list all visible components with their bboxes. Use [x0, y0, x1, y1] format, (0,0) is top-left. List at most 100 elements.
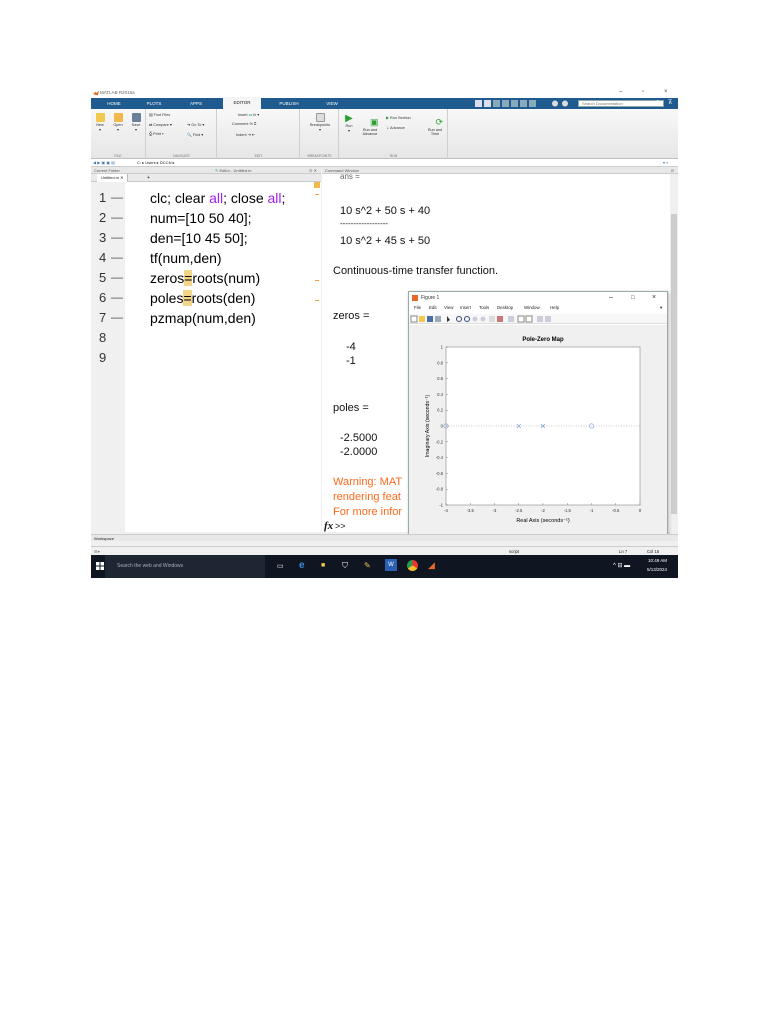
figure-minimize-icon[interactable]: –	[609, 292, 613, 304]
colorbar-icon[interactable]	[517, 315, 525, 323]
run-advance-button[interactable]: ▣ Run and Advance	[358, 113, 382, 140]
scrollbar-thumb[interactable]	[671, 214, 677, 514]
command-window-header[interactable]: Command Window ⊙	[322, 167, 678, 174]
link-plot-icon[interactable]	[508, 316, 514, 322]
insert-button[interactable]: Insert ▭ fx ▾	[238, 112, 259, 117]
help-icon[interactable]	[552, 100, 558, 107]
pole-zero-plot[interactable]: -4 -3.5 -3 -2.5 -2 -1.5 -1 -0.5 0 1 0.8 0.6 0.4 0.2 0 -…	[409, 325, 667, 535]
compare-button[interactable]: ⇄ Compare ▾	[149, 122, 172, 127]
code-line[interactable]: num=[10 50 40];	[150, 210, 252, 226]
workspace-label[interactable]: Workspace	[91, 536, 114, 541]
find-button[interactable]: 🔍 Find ▾	[187, 132, 203, 137]
system-tray-icons[interactable]: ^ ⊟ ▬	[613, 562, 630, 569]
quick-undo-icon[interactable]	[511, 100, 518, 107]
search-icon[interactable]: ⌕	[656, 99, 659, 106]
figure-title-bar[interactable]: Figure 1 – □ ×	[409, 292, 667, 304]
close-icon[interactable]: ×	[664, 89, 668, 95]
figure-maximize-icon[interactable]: □	[631, 292, 635, 304]
code-line[interactable]: pzmap(num,den)	[150, 310, 256, 326]
save-figure-icon[interactable]	[427, 316, 433, 322]
quick-copy-icon[interactable]	[493, 100, 500, 107]
editor-panel-controls-icon[interactable]: ⊙ ✕	[309, 167, 317, 174]
zoom-out-icon[interactable]	[464, 316, 470, 322]
pan-icon[interactable]	[472, 316, 478, 322]
tab-home[interactable]: HOME	[97, 98, 131, 109]
breakpoint-dash[interactable]: —	[111, 310, 123, 324]
editor-panel[interactable]: Untitled.m ✕ + 1 — 2 — 3 — 4 — 5 — 6 — 7 — 8 9 clc; cle…	[91, 174, 321, 532]
quick-save-icon[interactable]	[475, 100, 482, 107]
windows-start-icon[interactable]	[96, 562, 104, 570]
figure-window[interactable]: Figure 1 – □ × File Edit View Insert Too…	[408, 291, 668, 536]
menu-file[interactable]: File	[414, 305, 421, 310]
open-file-icon[interactable]	[419, 316, 425, 322]
file-explorer-icon[interactable]: ■	[321, 562, 325, 569]
quick-switch-icon[interactable]	[529, 100, 536, 107]
indent-button[interactable]: Indent ⇥ ⇤	[236, 132, 255, 137]
data-cursor-icon[interactable]	[489, 316, 495, 322]
breakpoints-button[interactable]: Breakpoints ▾	[305, 113, 335, 132]
menu-window[interactable]: Window	[524, 305, 540, 310]
find-files-button[interactable]: ▤ Find Files	[149, 112, 170, 117]
menu-view[interactable]: View	[444, 305, 453, 310]
editor-tab-untitled[interactable]: Untitled.m ✕	[97, 174, 129, 182]
address-bar[interactable]: ◀ ▶ ▣ ▣ ▤ C: ▸ Users ▸ DCCN ▸ ▾ ⌕	[91, 159, 678, 167]
notes-app-icon[interactable]: ✎	[364, 561, 371, 570]
code-line[interactable]: poles=roots(den)	[150, 290, 255, 306]
chrome-icon[interactable]	[407, 560, 418, 571]
store-icon[interactable]: ⛉	[342, 561, 348, 571]
quick-access-toolbar[interactable]	[475, 100, 575, 107]
command-window-menu-icon[interactable]: ⊙	[671, 167, 674, 174]
tab-publish[interactable]: PUBLISH	[269, 98, 309, 109]
word-icon[interactable]: W	[385, 559, 397, 571]
print-button[interactable]: ⎙ Print ▾	[149, 132, 164, 136]
current-path[interactable]: C: ▸ Users ▸ DCCN ▸	[137, 159, 175, 167]
open-button[interactable]: Open ▾	[111, 113, 125, 132]
code-line[interactable]: den=[10 45 50];	[150, 230, 248, 246]
community-icon[interactable]	[562, 100, 568, 107]
taskbar-search[interactable]: Search the web and Windows	[105, 555, 265, 578]
run-section-button[interactable]: ▶ Run Section	[386, 115, 411, 120]
matlab-taskbar-icon[interactable]: ◢	[428, 560, 435, 571]
edit-plot-icon[interactable]	[447, 316, 450, 322]
menu-dock-icon[interactable]: ▾	[660, 305, 662, 311]
code-line[interactable]: tf(num,den)	[150, 250, 222, 266]
new-tab-icon[interactable]: +	[147, 174, 150, 182]
maximize-icon[interactable]: ▫	[642, 89, 644, 95]
zoom-in-icon[interactable]	[456, 316, 462, 322]
clock-date[interactable]: 5/13/2024	[647, 567, 667, 572]
advance-button[interactable]: ⇣ Advance	[386, 125, 405, 130]
rotate-icon[interactable]	[480, 316, 486, 322]
editor-header[interactable]: ✎ Editor - Untitled.m ⊙ ✕	[211, 167, 321, 174]
command-prompt[interactable]: >>	[335, 521, 346, 531]
edge-browser-icon[interactable]: e	[299, 560, 305, 571]
quick-redo-icon[interactable]	[520, 100, 527, 107]
task-view-icon[interactable]: ▭	[277, 562, 284, 570]
breakpoint-dash[interactable]: —	[111, 290, 123, 304]
current-folder-header[interactable]: Current Folder	[91, 167, 211, 174]
breakpoint-dash[interactable]: —	[111, 190, 123, 204]
breakpoint-dash[interactable]: —	[111, 270, 123, 284]
menu-tools[interactable]: Tools	[479, 305, 489, 310]
new-figure-icon[interactable]	[410, 315, 418, 323]
new-button[interactable]: New ▾	[93, 113, 107, 132]
hide-tools-icon[interactable]	[537, 316, 543, 322]
menu-insert[interactable]: Insert	[460, 305, 471, 310]
breakpoint-dash[interactable]: —	[111, 250, 123, 264]
quick-paste-icon[interactable]	[502, 100, 509, 107]
menu-edit[interactable]: Edit	[429, 305, 437, 310]
address-search-icon[interactable]: ▾ ⌕	[663, 159, 668, 167]
search-documentation-input[interactable]: Search Documentation	[578, 100, 664, 107]
quick-cut-icon[interactable]	[484, 100, 491, 107]
tab-plots[interactable]: PLOTS	[137, 98, 171, 109]
brush-icon[interactable]	[497, 316, 503, 322]
comment-button[interactable]: Comment % ⌗	[232, 122, 256, 126]
menu-help[interactable]: Help	[550, 305, 559, 310]
breakpoint-dash[interactable]: —	[111, 210, 123, 224]
menu-desktop[interactable]: Desktop	[497, 305, 513, 310]
save-button[interactable]: Save ▾	[129, 113, 143, 132]
ribbon-collapse-icon[interactable]: ⊼	[668, 99, 672, 106]
legend-icon[interactable]	[525, 315, 533, 323]
print-figure-icon[interactable]	[435, 316, 441, 322]
code-line[interactable]: zeros=roots(num)	[150, 270, 260, 286]
fx-prompt-icon[interactable]: fx	[324, 520, 333, 532]
